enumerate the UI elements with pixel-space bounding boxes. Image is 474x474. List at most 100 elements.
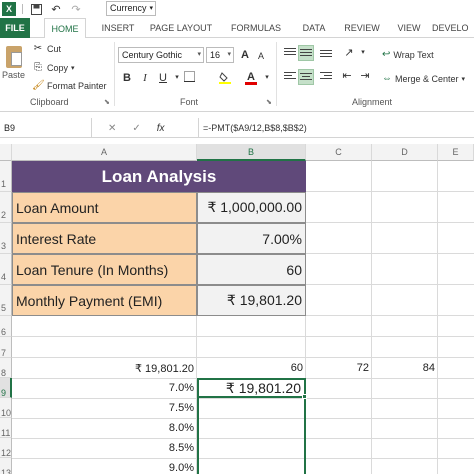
- cut-label: Cut: [47, 43, 62, 54]
- font-name-dropdown[interactable]: Century Gothic ▾: [118, 47, 204, 63]
- row-header-10[interactable]: 10: [0, 398, 12, 418]
- loan-tenure-value[interactable]: 60: [197, 254, 306, 285]
- name-box[interactable]: B9: [0, 118, 92, 138]
- scissors-icon: ✂: [33, 43, 43, 54]
- loan-analysis-title[interactable]: Loan Analysis: [12, 161, 306, 192]
- wrap-text-button[interactable]: ↩ Wrap Text: [382, 49, 434, 60]
- monthly-payment-value[interactable]: ₹ 19,801.20: [197, 285, 306, 316]
- gridline: [12, 336, 474, 337]
- cell-d8[interactable]: 84: [372, 358, 438, 378]
- tab-formulas[interactable]: FORMULAS: [228, 18, 284, 38]
- divider: [114, 42, 115, 106]
- column-header-a[interactable]: A: [12, 144, 197, 161]
- formula-input[interactable]: =-PMT($A9/12,B$8,$B$2): [198, 118, 307, 138]
- paste-sheet-icon: [11, 52, 22, 66]
- merge-center-button[interactable]: ⇔ Merge & Center ▾: [382, 73, 465, 84]
- format-painter-button[interactable]: 🖌 Format Painter: [32, 80, 107, 91]
- column-header-d[interactable]: D: [372, 144, 438, 161]
- loan-amount-label[interactable]: Loan Amount: [12, 192, 197, 223]
- column-header-e[interactable]: E: [438, 144, 474, 161]
- column-header-b[interactable]: B: [197, 144, 306, 161]
- top-align-icon[interactable]: [284, 48, 296, 58]
- row-header-6[interactable]: 6: [0, 316, 12, 337]
- bottom-align-icon[interactable]: [320, 50, 332, 60]
- cell-a12[interactable]: 8.5%: [12, 438, 197, 458]
- copy-icon: ⎘: [34, 62, 42, 73]
- align-center-button[interactable]: [298, 69, 314, 85]
- row-header-2[interactable]: 2: [0, 192, 12, 223]
- align-left-icon[interactable]: [284, 72, 296, 82]
- row-header-5[interactable]: 5: [0, 285, 12, 316]
- alignment-group-label: Alignment: [352, 97, 393, 107]
- copy-button[interactable]: ⎘ Copy ▾: [32, 62, 75, 73]
- tab-developer[interactable]: DEVELO: [432, 18, 474, 38]
- cell-a11[interactable]: 8.0%: [12, 418, 197, 438]
- quick-access-toolbar: X ↶ ↷ Currency ▾: [0, 0, 474, 18]
- tab-data[interactable]: DATA: [298, 18, 330, 38]
- row-header-8[interactable]: 8: [0, 358, 12, 378]
- row-header-4[interactable]: 4: [0, 254, 12, 285]
- wrap-text-label: Wrap Text: [393, 49, 434, 60]
- save-icon[interactable]: [29, 2, 43, 16]
- enter-icon[interactable]: ✓: [132, 123, 140, 134]
- select-all-corner[interactable]: [0, 144, 12, 161]
- number-format-value: Currency: [110, 3, 147, 13]
- tab-insert[interactable]: INSERT: [98, 18, 138, 38]
- column-header-c[interactable]: C: [306, 144, 372, 161]
- row-header-12[interactable]: 12: [0, 438, 12, 458]
- row-header-7[interactable]: 7: [0, 337, 12, 358]
- cell-c8[interactable]: 72: [306, 358, 372, 378]
- dialog-launcher-icon[interactable]: ⬊: [266, 98, 272, 106]
- chevron-down-icon: ▾: [227, 51, 231, 58]
- align-center-icon: [300, 73, 312, 83]
- cell-a10[interactable]: 7.5%: [12, 398, 197, 418]
- row-header-13[interactable]: 13: [0, 458, 12, 474]
- dialog-launcher-icon[interactable]: ⬊: [104, 98, 110, 106]
- loan-tenure-label[interactable]: Loan Tenure (In Months): [12, 254, 197, 285]
- tab-file[interactable]: FILE: [0, 18, 30, 38]
- loan-amount-value[interactable]: ₹ 1,000,000.00: [197, 192, 306, 223]
- insert-function-icon[interactable]: fx: [157, 123, 165, 134]
- chevron-down-icon: ▾: [71, 64, 75, 72]
- monthly-payment-label[interactable]: Monthly Payment (EMI): [12, 285, 197, 316]
- active-cell-b9[interactable]: ₹ 19,801.20: [197, 378, 306, 398]
- row-header-3[interactable]: 3: [0, 223, 12, 254]
- cancel-icon[interactable]: ✕: [108, 123, 116, 134]
- middle-align-button[interactable]: [298, 45, 314, 61]
- redo-icon[interactable]: ↷: [69, 2, 83, 16]
- row-header-1[interactable]: 1: [0, 161, 12, 192]
- cut-button[interactable]: ✂ Cut: [32, 43, 61, 54]
- fill-handle[interactable]: [302, 394, 307, 399]
- interest-rate-label[interactable]: Interest Rate: [12, 223, 197, 254]
- underline-button[interactable]: U: [156, 71, 170, 85]
- formula-bar: B9 ✕ ✓ fx =-PMT($A9/12,B$8,$B$2): [0, 118, 474, 138]
- decrease-indent-icon[interactable]: ⇤: [340, 69, 354, 83]
- tab-view[interactable]: VIEW: [394, 18, 424, 38]
- cell-b8[interactable]: 60: [197, 358, 306, 378]
- borders-icon[interactable]: [182, 71, 196, 85]
- cell-a13[interactable]: 9.0%: [12, 458, 197, 474]
- fill-color-icon[interactable]: [218, 71, 232, 85]
- tab-review[interactable]: REVIEW: [342, 18, 382, 38]
- orientation-icon[interactable]: ↗: [342, 46, 356, 60]
- tab-home[interactable]: HOME: [44, 18, 86, 39]
- number-format-dropdown[interactable]: Currency ▾: [106, 1, 156, 16]
- undo-icon[interactable]: ↶: [49, 2, 63, 16]
- chevron-down-icon[interactable]: ▾: [260, 71, 274, 85]
- decrease-font-size-icon[interactable]: A: [254, 49, 268, 63]
- chevron-down-icon[interactable]: ▾: [356, 46, 370, 60]
- cell-a8[interactable]: ₹ 19,801.20: [12, 358, 197, 378]
- font-color-icon[interactable]: A: [244, 70, 258, 85]
- row-header-11[interactable]: 11: [0, 418, 12, 438]
- bold-button[interactable]: B: [120, 71, 134, 85]
- interest-rate-value[interactable]: 7.00%: [197, 223, 306, 254]
- increase-indent-icon[interactable]: ⇥: [358, 69, 372, 83]
- tab-page-layout[interactable]: PAGE LAYOUT: [148, 18, 214, 38]
- align-right-icon[interactable]: [320, 72, 332, 82]
- font-size-dropdown[interactable]: 16 ▾: [206, 47, 234, 63]
- cell-a9[interactable]: 7.0%: [12, 378, 197, 398]
- increase-font-size-icon[interactable]: A: [238, 48, 252, 62]
- row-header-9[interactable]: 9: [0, 378, 12, 398]
- chevron-down-icon: ▾: [461, 75, 466, 83]
- italic-button[interactable]: I: [138, 71, 152, 85]
